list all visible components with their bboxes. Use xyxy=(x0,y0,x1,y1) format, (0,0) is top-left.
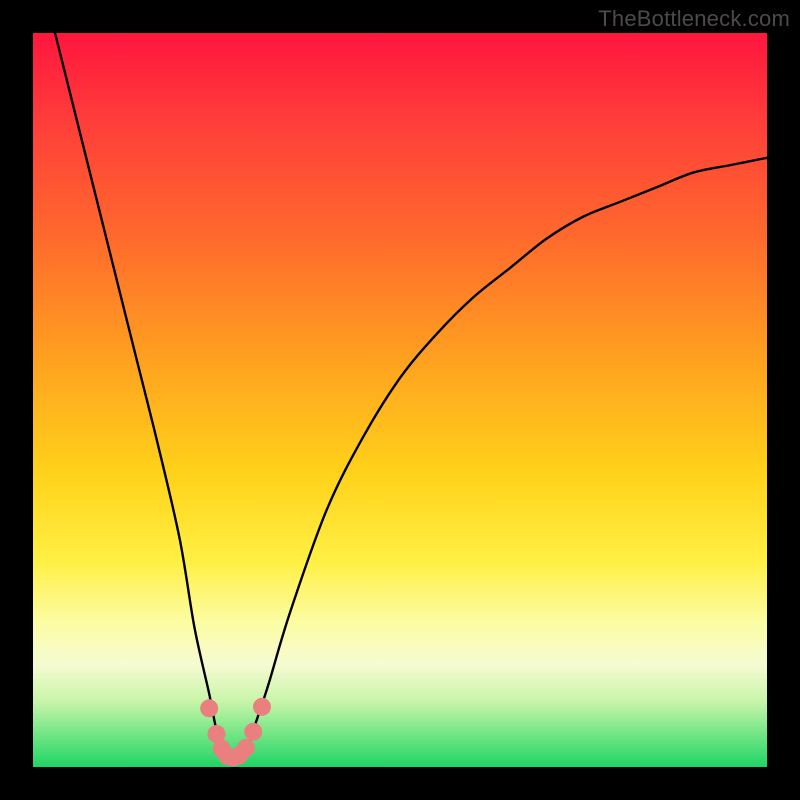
highlight-dot xyxy=(244,723,262,741)
highlight-dot xyxy=(237,739,255,757)
highlight-dot xyxy=(253,698,271,716)
chart-frame: TheBottleneck.com xyxy=(0,0,800,800)
highlight-dots xyxy=(200,698,271,767)
plot-area xyxy=(33,33,767,767)
chart-svg xyxy=(33,33,767,767)
watermark-text: TheBottleneck.com xyxy=(598,6,790,32)
highlight-dot xyxy=(200,699,218,717)
bottleneck-curve xyxy=(55,33,767,761)
